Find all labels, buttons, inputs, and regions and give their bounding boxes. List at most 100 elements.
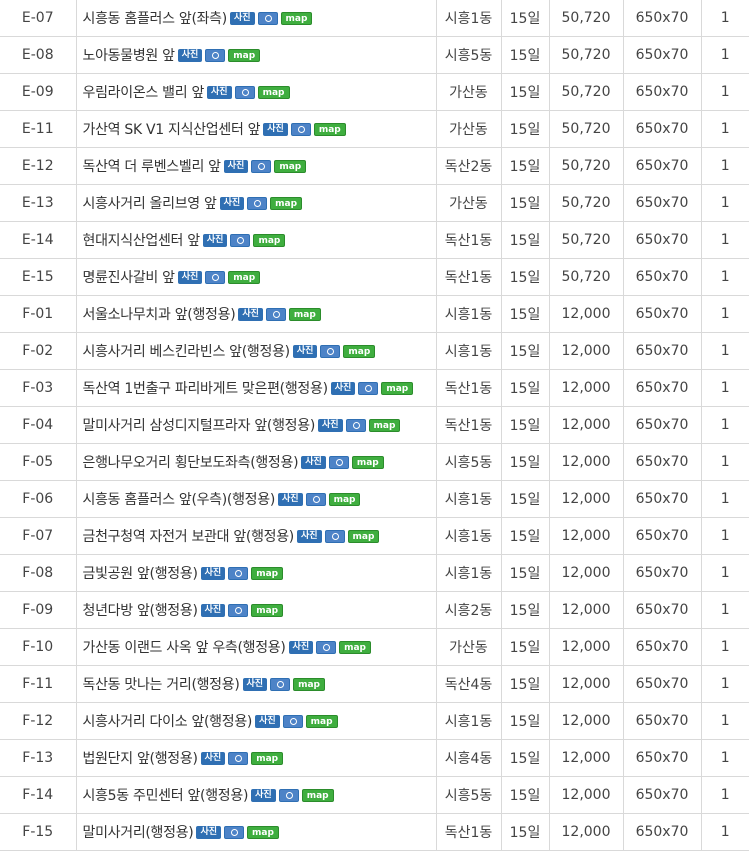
photo-button[interactable]: 사진 bbox=[238, 307, 263, 321]
photo-button[interactable]: 사진 bbox=[288, 640, 314, 654]
photo-button[interactable]: 사진 bbox=[292, 344, 318, 358]
photo-button[interactable]: 사진 bbox=[296, 529, 322, 543]
location-cell: 청년다방 앞(행정용) 사진 map bbox=[76, 591, 437, 629]
location-pin-icon[interactable] bbox=[358, 381, 379, 395]
map-button[interactable]: map bbox=[270, 196, 303, 210]
map-button[interactable]: map bbox=[343, 344, 376, 358]
photo-button[interactable]: 사진 bbox=[263, 122, 288, 136]
location-name: 명륜진사갈비 앞 bbox=[82, 270, 176, 286]
map-button[interactable]: map bbox=[228, 48, 261, 62]
location-pin-icon[interactable] bbox=[230, 233, 251, 247]
location-name: 시흥5동 주민센터 앞(행정용) bbox=[82, 788, 249, 804]
size-cell: 650x70 bbox=[623, 36, 702, 74]
location-pin-icon[interactable] bbox=[228, 566, 249, 580]
location-cell: 독산역 1번출구 파리바게트 맞은편(행정용) 사진 map bbox=[76, 369, 437, 407]
location-pin-icon[interactable] bbox=[324, 529, 345, 543]
location-pin-icon[interactable] bbox=[224, 825, 245, 839]
map-button[interactable]: map bbox=[274, 159, 307, 173]
dong-cell: 독산1동 bbox=[436, 369, 502, 407]
map-button[interactable]: map bbox=[257, 85, 290, 99]
map-button[interactable]: map bbox=[293, 677, 325, 691]
map-button[interactable]: map bbox=[247, 825, 279, 839]
location-pin-icon[interactable] bbox=[247, 196, 268, 210]
location-pin-icon[interactable] bbox=[205, 270, 226, 284]
map-button[interactable]: map bbox=[305, 714, 338, 728]
location-name: 금천구청역 자전거 보관대 앞(행정용) bbox=[82, 529, 295, 545]
location-pin-icon[interactable] bbox=[278, 788, 299, 802]
map-button[interactable]: map bbox=[381, 381, 414, 395]
location-pin-icon[interactable] bbox=[265, 307, 286, 321]
quantity-cell: 1 bbox=[701, 443, 749, 481]
location-pin-icon[interactable] bbox=[328, 455, 349, 469]
photo-button[interactable]: 사진 bbox=[242, 677, 268, 691]
photo-button[interactable]: 사진 bbox=[229, 11, 255, 25]
location-pin-icon[interactable] bbox=[345, 418, 366, 432]
map-button[interactable]: map bbox=[251, 566, 284, 580]
location-pin-icon[interactable] bbox=[270, 677, 291, 691]
location-pin-icon[interactable] bbox=[282, 714, 303, 728]
map-button[interactable]: map bbox=[328, 492, 361, 506]
code-cell: F-02 bbox=[0, 332, 77, 370]
map-button[interactable]: map bbox=[251, 751, 284, 765]
photo-button[interactable]: 사진 bbox=[278, 492, 303, 506]
map-button[interactable]: map bbox=[228, 270, 261, 284]
photo-button[interactable]: 사진 bbox=[251, 788, 276, 802]
location-pin-icon[interactable] bbox=[257, 11, 278, 25]
code-cell: F-13 bbox=[0, 739, 77, 777]
photo-button[interactable]: 사진 bbox=[200, 566, 226, 580]
price-cell: 50,720 bbox=[549, 184, 624, 222]
location-pin-icon[interactable] bbox=[205, 48, 226, 62]
map-button[interactable]: map bbox=[253, 233, 286, 247]
table-row: F-15 말미사거리(행정용) 사진 map 독산1동 15일 12,000 650x70 1 bbox=[0, 813, 749, 851]
price-cell: 12,000 bbox=[549, 702, 624, 740]
photo-button[interactable]: 사진 bbox=[177, 270, 203, 284]
location-pin-icon[interactable] bbox=[320, 344, 341, 358]
location-pin-icon[interactable] bbox=[228, 603, 249, 617]
period-cell: 15일 bbox=[501, 332, 550, 370]
price-cell: 50,720 bbox=[549, 221, 624, 259]
price-cell: 50,720 bbox=[549, 110, 624, 148]
map-button[interactable]: map bbox=[288, 307, 321, 321]
size-cell: 650x70 bbox=[623, 517, 702, 555]
price-cell: 12,000 bbox=[549, 480, 624, 518]
table-row: E-09 우림라이온스 밸리 앞 사진 map 가산동 15일 50,720 650x70 1 bbox=[0, 73, 749, 111]
code-cell: F-11 bbox=[0, 665, 77, 703]
location-pin-icon[interactable] bbox=[251, 159, 272, 173]
map-button[interactable]: map bbox=[347, 529, 380, 543]
map-button[interactable]: map bbox=[368, 418, 401, 432]
map-button[interactable]: map bbox=[351, 455, 384, 469]
location-cell: 시흥동 홈플러스 앞(우측)(행정용) 사진 map bbox=[76, 480, 437, 518]
location-name: 청년다방 앞(행정용) bbox=[82, 603, 198, 619]
location-pin-icon[interactable] bbox=[234, 85, 255, 99]
photo-button[interactable]: 사진 bbox=[301, 455, 326, 469]
location-pin-icon[interactable] bbox=[290, 122, 311, 136]
price-cell: 50,720 bbox=[549, 73, 624, 111]
map-button[interactable]: map bbox=[251, 603, 284, 617]
table-row: E-08 노아동물병원 앞 사진 map 시흥5동 15일 50,720 650x70 1 bbox=[0, 36, 749, 74]
map-button[interactable]: map bbox=[339, 640, 372, 654]
location-pin-icon[interactable] bbox=[228, 751, 249, 765]
period-cell: 15일 bbox=[501, 73, 550, 111]
photo-button[interactable]: 사진 bbox=[196, 825, 222, 839]
map-button[interactable]: map bbox=[301, 788, 334, 802]
photo-button[interactable]: 사진 bbox=[177, 48, 203, 62]
table-row: E-11 가산역 SK V1 지식산업센터 앞 사진 map 가산동 15일 50,720 6… bbox=[0, 110, 749, 148]
photo-button[interactable]: 사진 bbox=[200, 751, 226, 765]
map-button[interactable]: map bbox=[313, 122, 346, 136]
table-row: F-04 말미사거리 삼성디지털프라자 앞(행정용) 사진 map 독산1동 15일 12,… bbox=[0, 406, 749, 444]
quantity-cell: 1 bbox=[701, 480, 749, 518]
quantity-cell: 1 bbox=[701, 332, 749, 370]
photo-button[interactable]: 사진 bbox=[330, 381, 356, 395]
photo-button[interactable]: 사진 bbox=[200, 603, 226, 617]
photo-button[interactable]: 사진 bbox=[202, 233, 228, 247]
photo-button[interactable]: 사진 bbox=[223, 159, 249, 173]
map-button[interactable]: map bbox=[280, 11, 313, 25]
photo-button[interactable]: 사진 bbox=[255, 714, 280, 728]
location-pin-icon[interactable] bbox=[316, 640, 337, 654]
photo-button[interactable]: 사진 bbox=[207, 85, 232, 99]
price-cell: 12,000 bbox=[549, 665, 624, 703]
table-row: F-13 법원단지 앞(행정용) 사진 map 시흥4동 15일 12,000 650x70 1 bbox=[0, 739, 749, 777]
photo-button[interactable]: 사진 bbox=[317, 418, 343, 432]
location-pin-icon[interactable] bbox=[305, 492, 326, 506]
photo-button[interactable]: 사진 bbox=[219, 196, 245, 210]
